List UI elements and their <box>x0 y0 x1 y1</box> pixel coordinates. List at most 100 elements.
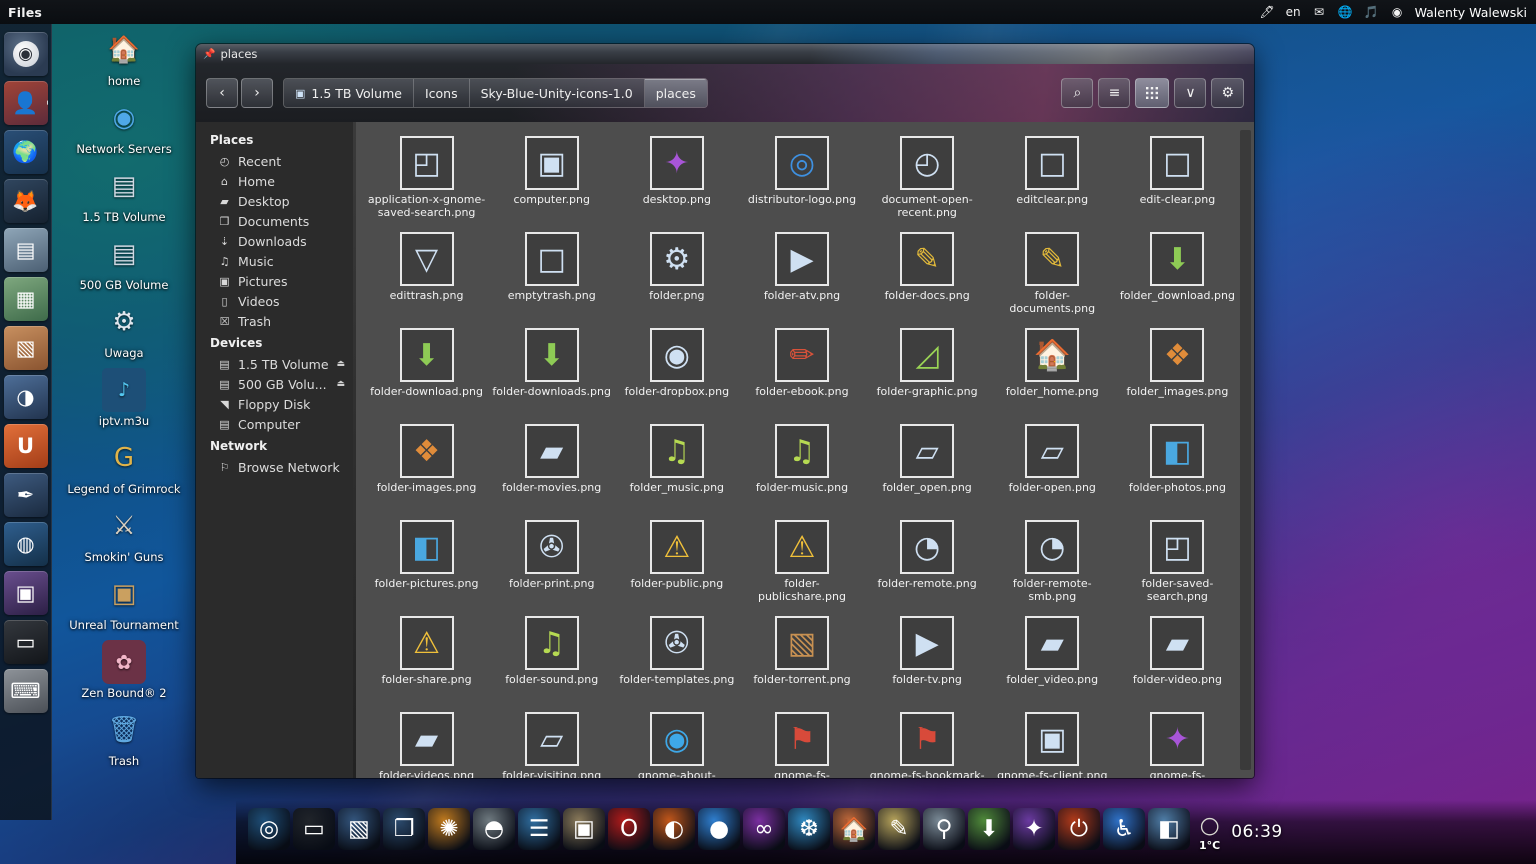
dock-item-folder-photos[interactable]: ◧ <box>1148 808 1190 850</box>
dock-item-browser[interactable]: ◎ <box>248 808 290 850</box>
sidebar-item-documents[interactable]: ❐ Documents <box>196 211 355 231</box>
sidebar-item-browse-network[interactable]: ⚐ Browse Network <box>196 457 355 477</box>
desktop-icon-unreal-tournament[interactable]: ▣ Unreal Tournament <box>62 572 186 632</box>
grid-view-button[interactable] <box>1135 78 1170 108</box>
network-icon[interactable]: 🌐 <box>1337 5 1354 20</box>
dock-item-folder-download[interactable]: ⬇ <box>968 808 1010 850</box>
file-item[interactable]: ▽ edittrash.png <box>365 228 489 321</box>
dock-item-firefox[interactable]: ◐ <box>653 808 695 850</box>
dock-item-gimp[interactable]: ◓ <box>473 808 515 850</box>
file-item[interactable]: ⬇ folder_download.png <box>1115 228 1239 321</box>
user-name-label[interactable]: Walenty Walewski <box>1415 5 1527 20</box>
desktop-icon-zen-bound[interactable]: ✿ Zen Bound® 2 <box>62 640 186 700</box>
dock-item-water-drop[interactable]: ❆ <box>788 808 830 850</box>
file-item[interactable]: ✇ folder-templates.png <box>615 612 739 705</box>
file-item[interactable]: ▰ folder-videos.png <box>365 708 489 778</box>
desktop-icon-uwaga[interactable]: ⚙ Uwaga <box>62 300 186 360</box>
file-item[interactable]: ⚙ folder.png <box>615 228 739 321</box>
scrollbar-thumb[interactable] <box>1240 140 1251 375</box>
launcher-item-dash[interactable]: ◉ <box>3 32 48 76</box>
file-item[interactable]: ♫ folder-sound.png <box>490 612 614 705</box>
file-item[interactable]: ▶ folder-tv.png <box>865 612 989 705</box>
dock-item-power[interactable]: ⏻ <box>1058 808 1100 850</box>
file-item[interactable]: ⚑ gnome-fs-bookmark-missing.png <box>865 708 989 778</box>
sidebar-item-home[interactable]: ⌂ Home <box>196 171 355 191</box>
forward-button[interactable]: › <box>241 78 273 108</box>
sidebar-item-videos[interactable]: ▯ Videos <box>196 291 355 311</box>
file-item[interactable]: ⬇ folder-download.png <box>365 324 489 417</box>
window-titlebar[interactable]: 📌 places <box>196 44 1254 64</box>
sidebar-item-downloads[interactable]: ⇣ Downloads <box>196 231 355 251</box>
desktop-icon-grimrock[interactable]: G Legend of Grimrock <box>62 436 186 496</box>
back-button[interactable]: ‹ <box>206 78 238 108</box>
list-view-button[interactable]: ≡ <box>1098 78 1131 108</box>
vertical-scrollbar[interactable] <box>1240 130 1251 770</box>
breadcrumb-item-icons[interactable]: Icons <box>413 79 470 107</box>
dock-item-xnview[interactable]: ✺ <box>428 808 470 850</box>
file-list-area[interactable]: ◰ application-x-gnome-saved-search.png ▣ co… <box>356 122 1254 778</box>
launcher-item-ubuntu-software[interactable]: U <box>3 424 48 468</box>
search-button[interactable]: ⌕ <box>1061 78 1094 108</box>
dock-item-media-box[interactable]: ▧ <box>338 808 380 850</box>
launcher-item-game-mask[interactable]: ◂ ▸ 👤 <box>3 81 48 125</box>
file-item[interactable]: ▣ gnome-fs-client.png <box>990 708 1114 778</box>
launcher-item-terminal[interactable]: ▭ <box>3 620 48 664</box>
sidebar-item-1-5-tb-volume[interactable]: ▤ 1.5 TB Volume ⏏ <box>196 354 355 374</box>
desktop-icon-volume-500gb[interactable]: ▤ 500 GB Volume <box>62 232 186 292</box>
file-item[interactable]: ▰ folder_video.png <box>990 612 1114 705</box>
eject-icon[interactable]: ⏏ <box>336 379 345 389</box>
dock-item-libreoffice[interactable]: ☰ <box>518 808 560 850</box>
dock-item-stamp-photo[interactable]: ▣ <box>563 808 605 850</box>
file-item[interactable]: ❖ folder-images.png <box>365 420 489 513</box>
file-item[interactable]: ◉ folder-dropbox.png <box>615 324 739 417</box>
file-item[interactable]: ✎ folder-docs.png <box>865 228 989 321</box>
sound-icon[interactable]: 🎵 <box>1363 5 1380 20</box>
dock-item-photo-manager[interactable]: ❐ <box>383 808 425 850</box>
launcher-item-calc[interactable]: ▦ <box>3 277 48 321</box>
file-item[interactable]: ⚠ folder-publicshare.png <box>740 516 864 609</box>
sidebar-item-recent[interactable]: ◴ Recent <box>196 151 355 171</box>
file-item[interactable]: ⚠ folder-share.png <box>365 612 489 705</box>
dock-weather[interactable]: 🌕 1°C <box>1199 815 1220 852</box>
file-item[interactable]: ◉ gnome-about-logo.png <box>615 708 739 778</box>
file-item[interactable]: ▣ computer.png <box>490 132 614 225</box>
file-item[interactable]: ◰ folder-saved-search.png <box>1115 516 1239 609</box>
file-item[interactable]: ✦ desktop.png <box>615 132 739 225</box>
file-item[interactable]: ⬇ folder-downloads.png <box>490 324 614 417</box>
file-item[interactable]: ◰ application-x-gnome-saved-search.png <box>365 132 489 225</box>
file-item[interactable]: ◧ folder-pictures.png <box>365 516 489 609</box>
breadcrumb-item-volume[interactable]: ▣ 1.5 TB Volume <box>284 79 414 107</box>
options-dropdown-button[interactable]: ∨ <box>1174 78 1207 108</box>
sidebar-item-500-gb-volu[interactable]: ▤ 500 GB Volu... ⏏ <box>196 374 355 394</box>
launcher-item-media[interactable]: ▣ <box>3 571 48 615</box>
file-item[interactable]: ▶ folder-atv.png <box>740 228 864 321</box>
launcher-item-draw[interactable]: ◑ <box>3 375 48 419</box>
launcher-item-world-browser[interactable]: 🌍 <box>3 130 48 174</box>
file-item[interactable]: ⚑ gnome-fs-bookmark.png <box>740 708 864 778</box>
usb-icon[interactable]: 🖊 <box>1259 5 1276 20</box>
file-item[interactable]: ✦ gnome-fs-desktop.png <box>1115 708 1239 778</box>
session-icon[interactable]: ◉ <box>1389 5 1406 20</box>
settings-gear-button[interactable]: ⚙ <box>1211 78 1244 108</box>
dock-item-desktop[interactable]: ✦ <box>1013 808 1055 850</box>
file-item[interactable]: ◔ folder-remote.png <box>865 516 989 609</box>
file-item[interactable]: ▰ folder-video.png <box>1115 612 1239 705</box>
desktop-icon-iptv[interactable]: ♪ iptv.m3u <box>62 368 186 428</box>
file-item[interactable]: □ editclear.png <box>990 132 1114 225</box>
sidebar-item-floppy-disk[interactable]: ◥ Floppy Disk <box>196 394 355 414</box>
file-item[interactable]: ♫ folder-music.png <box>740 420 864 513</box>
file-item[interactable]: ▱ folder-visiting.png <box>490 708 614 778</box>
dock-item-chrome[interactable]: ● <box>698 808 740 850</box>
dock-item-folder-docs[interactable]: ✎ <box>878 808 920 850</box>
file-item[interactable]: □ edit-clear.png <box>1115 132 1239 225</box>
dock-item-accessibility[interactable]: ♿ <box>1103 808 1145 850</box>
launcher-item-firefox[interactable]: 🦊 <box>3 179 48 223</box>
file-item[interactable]: ❖ folder_images.png <box>1115 324 1239 417</box>
sidebar-item-trash[interactable]: ☒ Trash <box>196 311 355 331</box>
file-item[interactable]: ◔ folder-remote-smb.png <box>990 516 1114 609</box>
file-item[interactable]: ♫ folder_music.png <box>615 420 739 513</box>
dock-item-infinity[interactable]: ∞ <box>743 808 785 850</box>
file-item[interactable]: ◿ folder-graphic.png <box>865 324 989 417</box>
desktop-icon-home[interactable]: 🏠 home <box>62 28 186 88</box>
dock-clock[interactable]: 06:39 <box>1231 822 1283 842</box>
